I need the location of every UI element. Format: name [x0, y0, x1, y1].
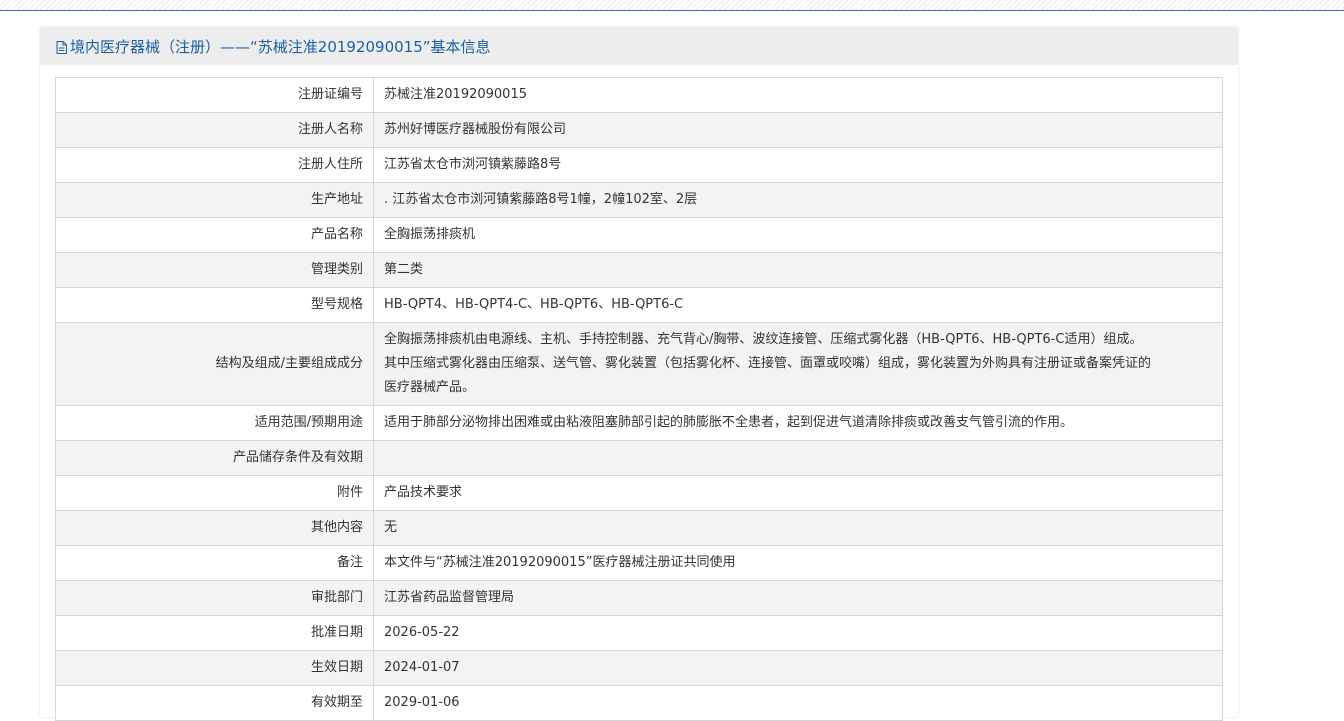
field-value: 第二类 [373, 252, 1223, 288]
field-label: 审批部门 [55, 580, 374, 616]
field-label: 注册证编号 [55, 77, 374, 113]
field-label: 批准日期 [55, 615, 374, 651]
field-label: 结构及组成/主要组成成分 [55, 322, 374, 406]
table-row: 产品名称 全胸振荡排痰机 [55, 217, 1223, 253]
field-label: 产品储存条件及有效期 [55, 440, 374, 476]
field-label: 型号规格 [55, 287, 374, 323]
field-label: 生效日期 [55, 650, 374, 686]
field-value: 全胸振荡排痰机由电源线、主机、手持控制器、充气背心/胸带、波纹连接管、压缩式雾化… [373, 322, 1223, 406]
field-label: 附件 [55, 475, 374, 511]
field-label: 注册人名称 [55, 112, 374, 148]
field-label: 生产地址 [55, 182, 374, 218]
table-row: 备注 本文件与“苏械注准20192090015”医疗器械注册证共同使用 [55, 545, 1223, 581]
field-value-line: 全胸振荡排痰机由电源线、主机、手持控制器、充气背心/胸带、波纹连接管、压缩式雾化… [384, 332, 1143, 347]
field-value: 苏州好博医疗器械股份有限公司 [373, 112, 1223, 148]
field-value: 苏械注准20192090015 [373, 77, 1223, 113]
table-row: 生效日期 2024-01-07 [55, 650, 1223, 686]
table-row: 型号规格 HB-QPT4、HB-QPT4-C、HB-QPT6、HB-QPT6-C [55, 287, 1223, 323]
field-label: 备注 [55, 545, 374, 581]
page-title: 境内医疗器械（注册）——“苏械注准20192090015”基本信息 [70, 37, 491, 56]
table-row: 管理类别 第二类 [55, 252, 1223, 288]
field-label: 有效期至 [55, 685, 374, 721]
field-value: 江苏省药品监督管理局 [373, 580, 1223, 616]
field-label: 其他内容 [55, 510, 374, 546]
table-row: 适用范围/预期用途 适用于肺部分泌物排出困难或由粘液阻塞肺部引起的肺膨胀不全患者，… [55, 405, 1223, 441]
field-value: 无 [373, 510, 1223, 546]
table-row: 附件 产品技术要求 [55, 475, 1223, 511]
table-row: 审批部门 江苏省药品监督管理局 [55, 580, 1223, 616]
document-icon [56, 40, 67, 54]
field-value-line: 其中压缩式雾化器由压缩泵、送气管、雾化装置（包括雾化杯、连接管、面罩或咬嘴）组成… [384, 356, 1152, 371]
field-value [373, 440, 1223, 476]
top-divider [0, 0, 1344, 11]
field-value: 适用于肺部分泌物排出困难或由粘液阻塞肺部引起的肺膨胀不全患者，起到促进气道清除排… [373, 405, 1223, 441]
table-row: 生产地址. 江苏省太仓市浏河镇紫藤路8号1幢，2幢102室、2层 [55, 182, 1223, 218]
field-value: HB-QPT4、HB-QPT4-C、HB-QPT6、HB-QPT6-C [373, 287, 1223, 323]
field-value: 2024-01-07 [373, 650, 1223, 686]
field-value: 2026-05-22 [373, 615, 1223, 651]
field-label: 管理类别 [55, 252, 374, 288]
record-panel: 境内医疗器械（注册）——“苏械注准20192090015”基本信息 注册证编号苏… [40, 27, 1238, 721]
table-row: 产品储存条件及有效期 [55, 440, 1223, 476]
table-row: 注册证编号 苏械注准20192090015 [55, 77, 1223, 113]
table-row: 注册人住所 江苏省太仓市浏河镇紫藤路8号 [55, 147, 1223, 183]
record-table: 注册证编号 苏械注准20192090015 注册人名称 苏州好博医疗器械股份有限公司注… [55, 77, 1223, 721]
field-value: 产品技术要求 [373, 475, 1223, 511]
table-row: 批准日期 2026-05-22 [55, 615, 1223, 651]
field-value: 全胸振荡排痰机 [373, 217, 1223, 253]
field-value: 本文件与“苏械注准20192090015”医疗器械注册证共同使用 [373, 545, 1223, 581]
table-row: 注册人名称 苏州好博医疗器械股份有限公司 [55, 112, 1223, 148]
field-label: 适用范围/预期用途 [55, 405, 374, 441]
field-value: 江苏省太仓市浏河镇紫藤路8号 [373, 147, 1223, 183]
field-label: 注册人住所 [55, 147, 374, 183]
table-row: 有效期至 2029-01-06 [55, 685, 1223, 721]
field-value-line: 医疗器械产品。 [384, 380, 476, 395]
table-row: 结构及组成/主要组成成分 全胸振荡排痰机由电源线、主机、手持控制器、充气背心/胸带… [55, 322, 1223, 406]
field-value: 2029-01-06 [373, 685, 1223, 721]
table-row: 其他内容无 [55, 510, 1223, 546]
panel-header: 境内医疗器械（注册）——“苏械注准20192090015”基本信息 [40, 27, 1238, 65]
field-label: 产品名称 [55, 217, 374, 253]
field-value: . 江苏省太仓市浏河镇紫藤路8号1幢，2幢102室、2层 [373, 182, 1223, 218]
